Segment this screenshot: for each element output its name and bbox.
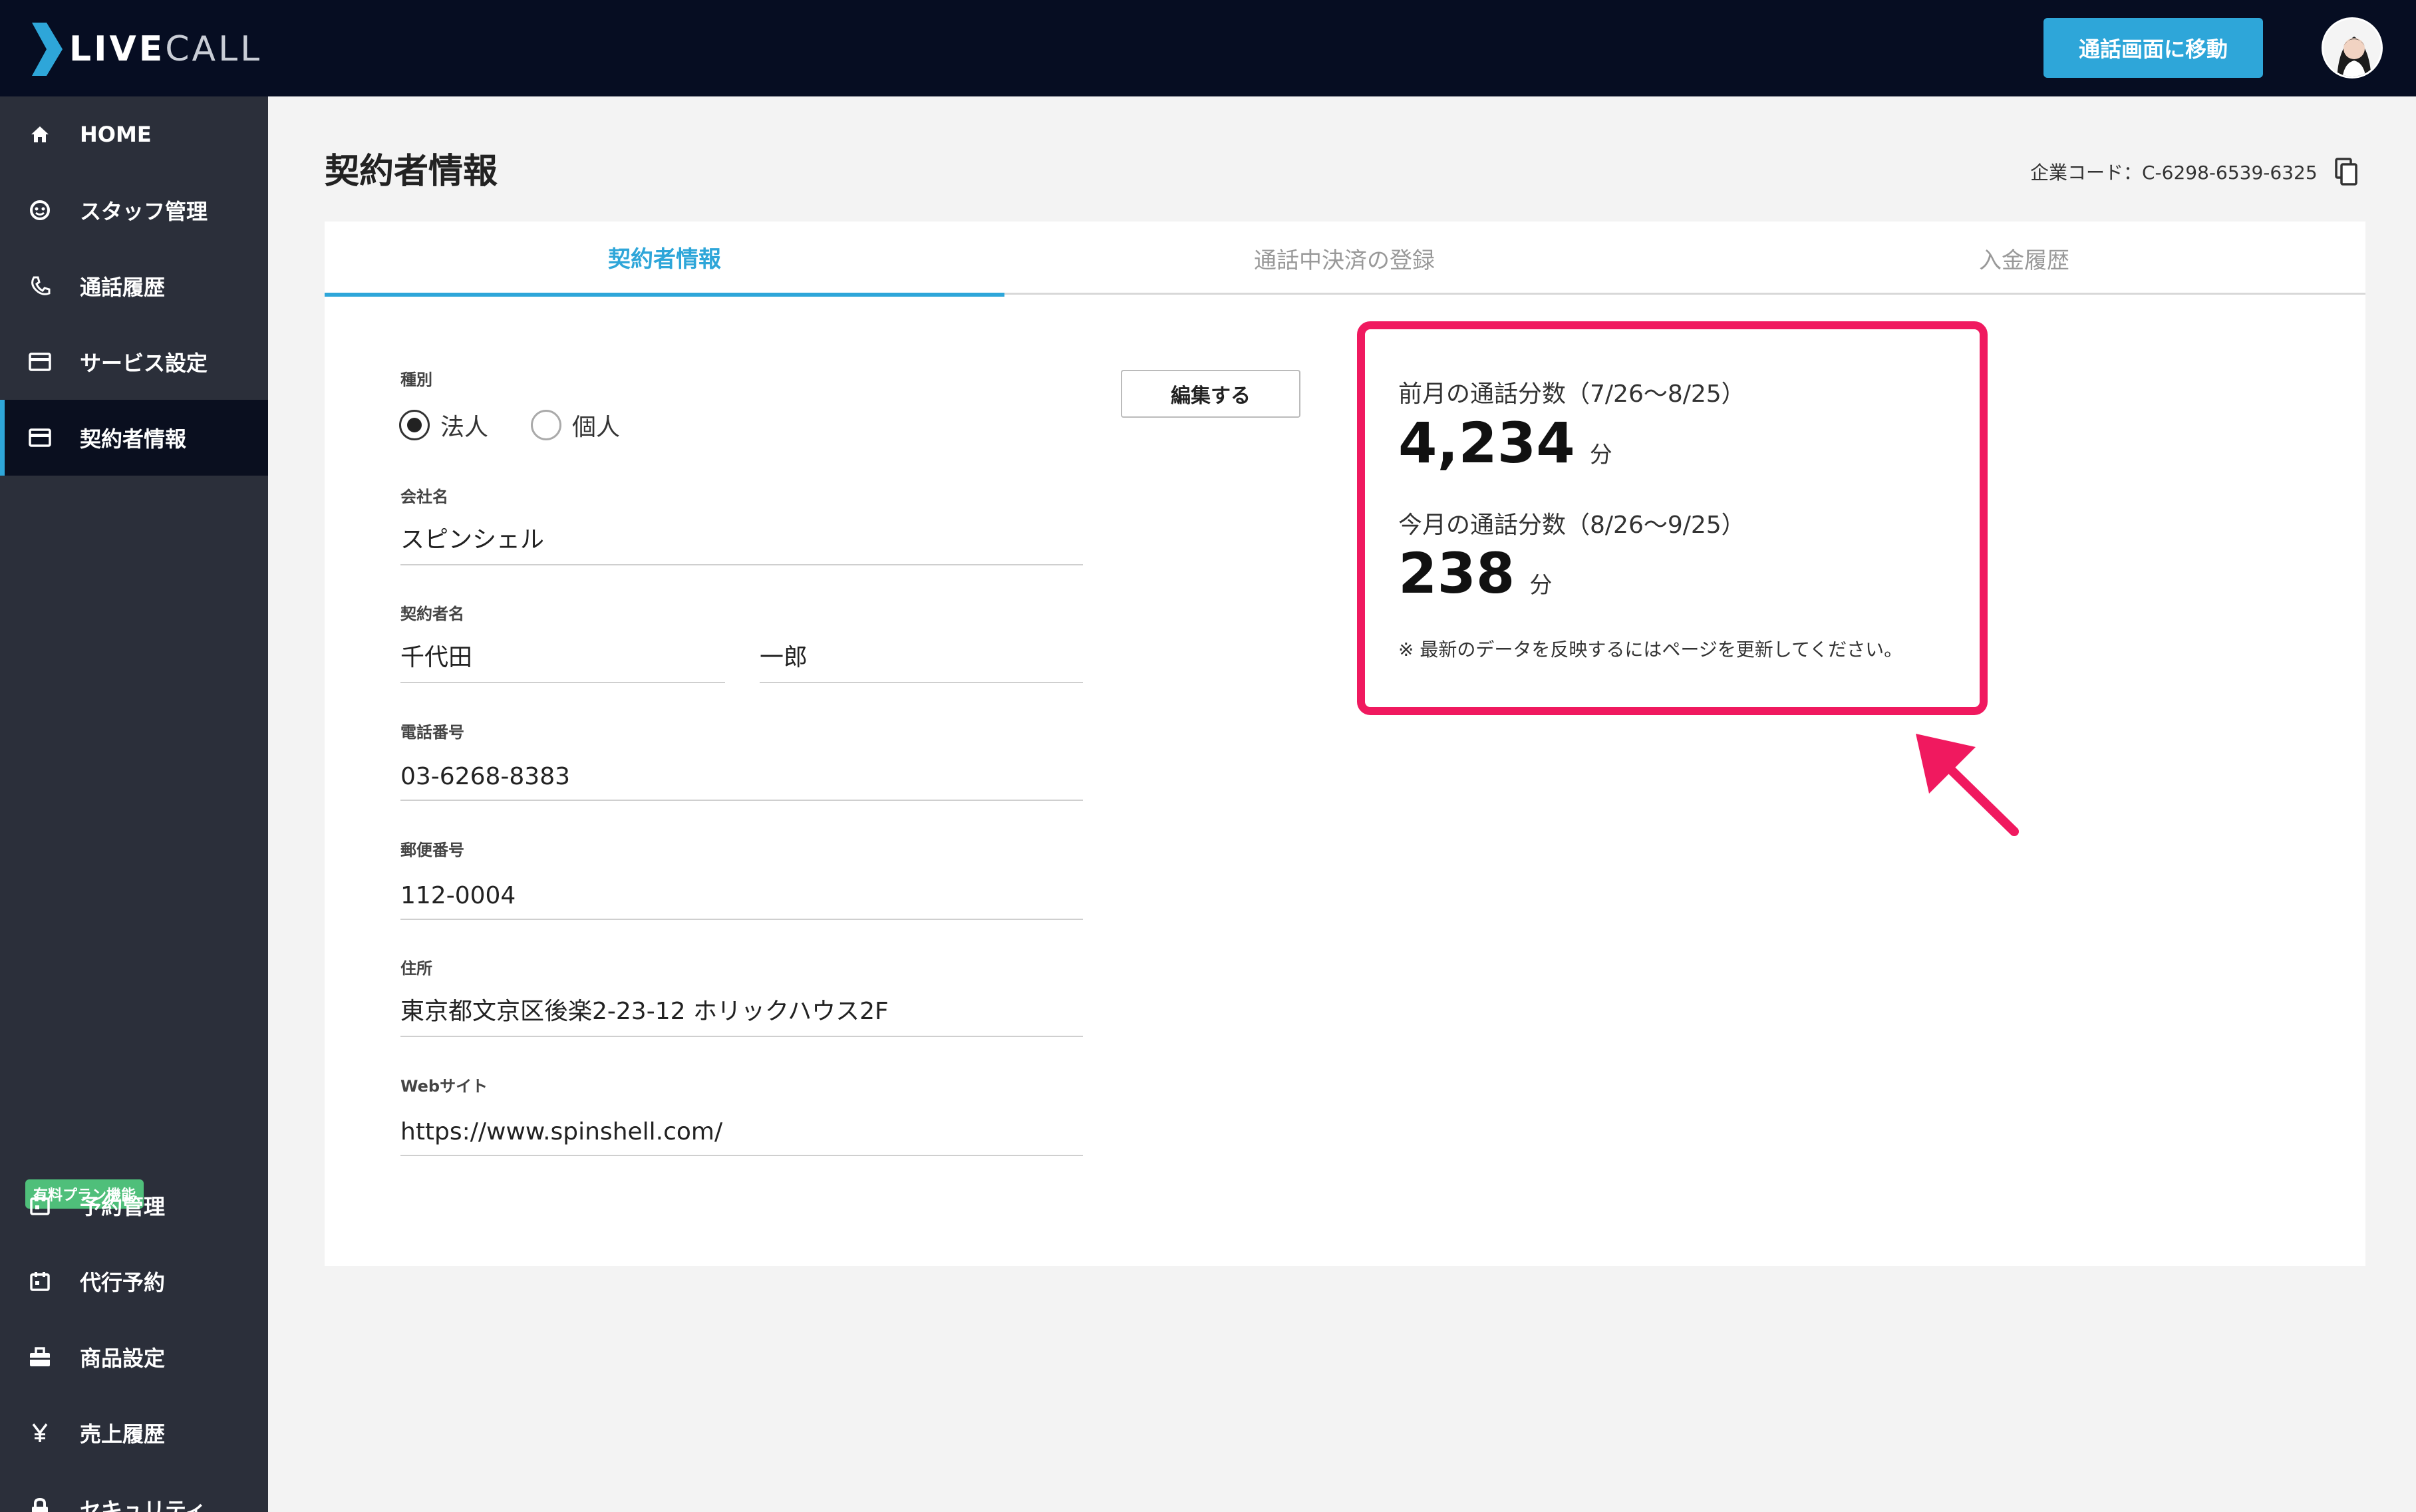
user-avatar[interactable] [2322,17,2383,78]
sidebar-item-label: 代行予約 [80,1270,166,1295]
phone-field: 03-6268-8383 [400,754,1083,801]
company-name-label: 会社名 [400,488,448,506]
tab-bar: 契約者情報 通話中決済の登録 入金履歴 [325,222,2365,297]
edit-button[interactable]: 編集する [1121,370,1300,418]
go-to-call-screen-button[interactable]: 通話画面に移動 [2043,18,2263,78]
website-field: https://www.spinshell.com/ [400,1110,1083,1156]
sidebar-item-label: セキュリティ [80,1497,207,1512]
sidebar-item-reservations[interactable]: 予約管理 [0,1167,268,1243]
address-label: 住所 [400,959,432,978]
minutes-unit: 分 [1589,442,1612,468]
type-radio-corporate[interactable] [399,410,430,440]
tab-in-call-payment[interactable]: 通話中決済の登録 [1004,222,1684,295]
current-month-minutes-label: 今月の通話分数（8/26〜9/25） [1398,512,1745,539]
postal-code-field: 112-0004 [400,873,1083,920]
card-icon [27,424,53,451]
radio-label: 個人 [572,414,621,441]
sidebar-item-home[interactable]: HOME [0,96,268,172]
contractor-name-label: 契約者名 [400,605,464,623]
copy-icon[interactable] [2334,158,2357,186]
address-field: 東京都文京区後楽2-23-12 ホリックハウス2F [400,990,1083,1037]
tab-contractor-info[interactable]: 契約者情報 [325,222,1004,297]
lock-icon [27,1495,53,1512]
radio-label: 法人 [440,414,489,441]
sidebar-item-label: 通話履歴 [80,275,166,300]
website-label: Webサイト [400,1077,488,1096]
current-month-minutes-number: 238 [1398,541,1515,606]
previous-month-minutes-number: 4,234 [1398,410,1575,476]
top-bar: LIVECALL 通話画面に移動 [0,0,2416,96]
sidebar-item-label: 売上履歴 [80,1422,166,1447]
logo-text: LIVECALL [69,29,263,69]
sidebar-item-label: スタッフ管理 [80,199,208,224]
contractor-info-card: 契約者情報 通話中決済の登録 入金履歴 種別 法人 個人 会社名 スピンシェル … [325,222,2365,1266]
gift-icon [27,1344,53,1370]
page-title: 契約者情報 [325,152,498,192]
type-radio-group: 法人 個人 [399,408,663,442]
type-label: 種別 [400,371,432,389]
company-code: 企業コード：C-6298-6539-6325 [2030,158,2357,186]
call-minutes-panel: 前月の通話分数（7/26〜8/25） 4,234 分 今月の通話分数（8/26〜… [1357,321,1988,715]
company-code-text: 企業コード：C-6298-6539-6325 [2030,162,2318,184]
livecall-logo[interactable]: LIVECALL [32,23,262,76]
tab-payment-history[interactable]: 入金履歴 [1684,222,2364,295]
previous-month-minutes-value: 4,234 分 [1398,410,1612,476]
sidebar-item-service-settings[interactable]: サービス設定 [0,324,268,400]
card-icon [27,349,53,375]
sidebar-item-label: HOME [80,122,152,147]
avatar-person-icon [2324,19,2381,76]
sidebar-item-staff[interactable]: スタッフ管理 [0,172,268,248]
sidebar-item-contractor-info[interactable]: 契約者情報 [0,400,268,476]
current-month-minutes-value: 238 分 [1398,541,1552,606]
sidebar: HOME スタッフ管理 通話履歴 サービス設定 契約者情報 有料プラン機能 予約… [0,96,268,1512]
calendar-icon [27,1268,53,1294]
logo-chevron-icon [32,23,63,76]
staff-icon [27,197,53,224]
sidebar-item-call-history[interactable]: 通話履歴 [0,248,268,324]
refresh-note: ※ 最新のデータを反映するにはページを更新してください。 [1398,639,1903,661]
company-name-field: スピンシェル [400,519,1083,565]
sidebar-item-proxy-reservation[interactable]: 代行予約 [0,1243,268,1319]
postal-code-label: 郵便番号 [400,841,464,859]
sidebar-item-label: 契約者情報 [80,426,187,452]
calendar-icon [27,1192,53,1219]
phone-label: 電話番号 [400,723,464,742]
sidebar-item-security[interactable]: セキュリティ [0,1471,268,1512]
phone-icon [27,273,53,299]
yen-icon [27,1420,53,1446]
sidebar-item-product-settings[interactable]: 商品設定 [0,1319,268,1395]
sidebar-item-sales-history[interactable]: 売上履歴 [0,1395,268,1471]
type-radio-individual[interactable] [531,410,562,440]
minutes-unit: 分 [1529,572,1553,599]
sidebar-item-label: サービス設定 [80,351,208,376]
first-name-field: 一郎 [760,637,1083,683]
last-name-field: 千代田 [400,637,725,683]
home-icon [27,121,53,148]
sidebar-item-label: 商品設定 [80,1346,166,1371]
callout-arrow-icon [1916,734,2019,836]
previous-month-minutes-label: 前月の通話分数（7/26〜8/25） [1398,380,1745,408]
sidebar-item-label: 予約管理 [80,1194,166,1219]
